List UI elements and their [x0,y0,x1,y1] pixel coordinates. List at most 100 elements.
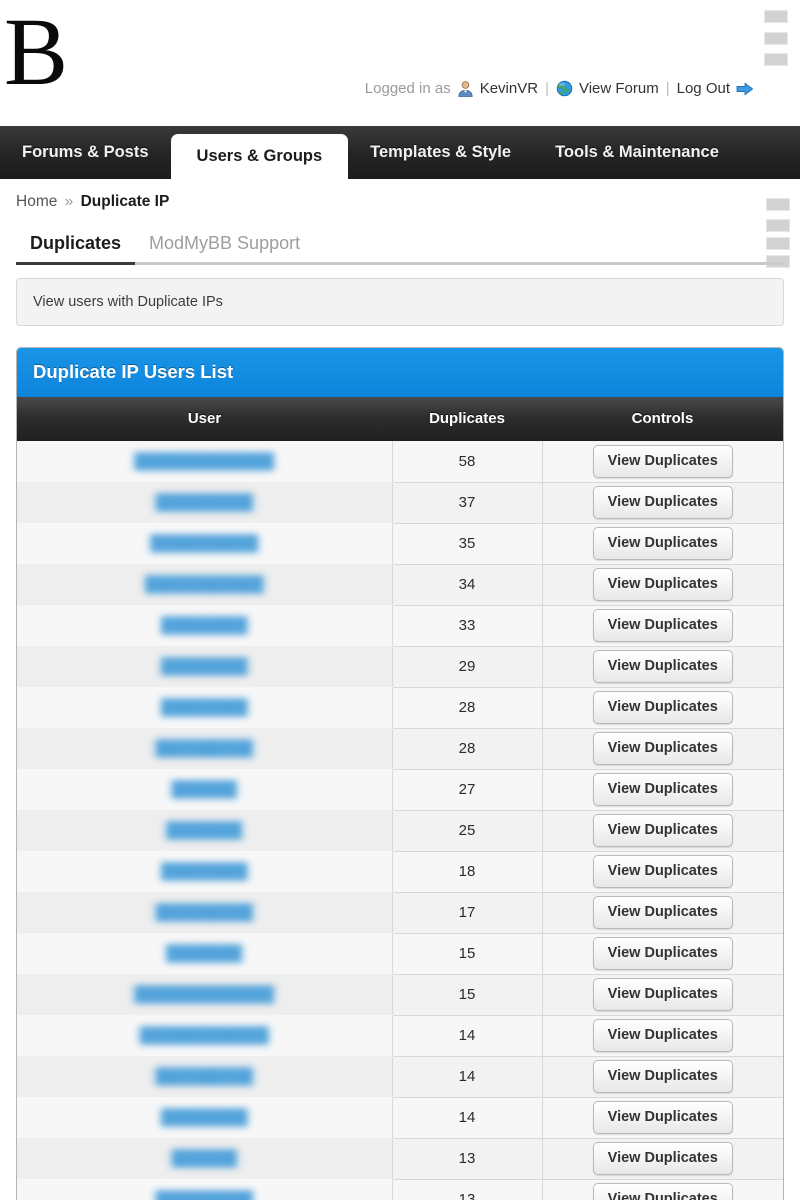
table-row: █████████████ 58 View Duplicates [17,441,783,483]
view-duplicates-button[interactable]: View Duplicates [592,1101,733,1134]
cell-user: ████████ [17,605,392,646]
user-session-bar: Logged in as KevinVR | View Forum | Log … [365,80,754,97]
arrow-right-icon[interactable] [736,81,754,97]
logout-link[interactable]: Log Out [677,80,730,97]
view-duplicates-button[interactable]: View Duplicates [592,814,733,847]
column-header-user[interactable]: User [17,397,392,441]
table-row: █████████ 17 View Duplicates [17,892,783,934]
user-profile-link[interactable]: ████████ [157,1108,251,1127]
cell-user: ████████ [17,1097,392,1138]
breadcrumb-home[interactable]: Home [16,193,57,210]
cell-duplicates-count: 58 [391,441,542,483]
user-profile-link[interactable]: █████████████ [131,985,278,1004]
user-profile-link[interactable]: █████████ [152,493,257,512]
nav-tab-users-and-groups[interactable]: Users & Groups [170,134,349,179]
user-profile-link[interactable]: ███████ [163,821,246,840]
user-profile-link[interactable]: ██████████ [147,534,262,553]
table-row: ██████ 13 View Duplicates [17,1138,783,1180]
breadcrumb-current: Duplicate IP [80,193,170,210]
user-profile-link[interactable]: ██████ [168,1149,241,1168]
view-duplicates-button[interactable]: View Duplicates [592,1060,733,1093]
user-profile-link[interactable]: █████████ [152,1190,257,1200]
view-duplicates-button[interactable]: View Duplicates [592,773,733,806]
table-header-row: User Duplicates Controls [17,397,783,441]
panel-title: Duplicate IP Users List [17,348,783,397]
cell-controls: View Duplicates [541,810,783,852]
sub-tab-modmybb-support[interactable]: ModMyBB Support [135,233,314,262]
user-profile-link[interactable]: █████████ [152,1067,257,1086]
user-profile-link[interactable]: ████████████ [136,1026,273,1045]
cell-controls: View Duplicates [541,564,783,606]
cell-controls: View Duplicates [541,1138,783,1180]
table-row: ████████ 28 View Duplicates [17,687,783,729]
cell-controls: View Duplicates [541,1179,783,1200]
page-description: View users with Duplicate IPs [16,278,784,326]
cell-controls: View Duplicates [541,769,783,811]
cell-user: █████████ [17,482,392,523]
cell-user: █████████ [17,1179,392,1200]
cell-controls: View Duplicates [541,523,783,565]
cell-duplicates-count: 13 [391,1138,542,1180]
view-duplicates-button[interactable]: View Duplicates [592,896,733,929]
nav-tab-forums-and-posts[interactable]: Forums & Posts [0,126,171,179]
view-duplicates-button[interactable]: View Duplicates [592,444,733,478]
broken-image-placeholder-1 [764,10,788,23]
user-profile-link[interactable]: ████████ [157,862,251,881]
table-row: ███████████ 34 View Duplicates [17,564,783,606]
view-duplicates-button[interactable]: View Duplicates [592,650,733,683]
view-duplicates-button[interactable]: View Duplicates [592,978,733,1011]
view-duplicates-button[interactable]: View Duplicates [592,1183,733,1200]
user-profile-link[interactable]: ████████ [157,616,251,635]
view-duplicates-button[interactable]: View Duplicates [592,568,733,601]
user-profile-link[interactable]: █████████ [152,903,257,922]
cell-user: ███████████ [17,564,392,605]
broken-image-placeholder-4 [766,198,790,211]
cell-user: ███████ [17,933,392,974]
view-duplicates-button[interactable]: View Duplicates [592,1142,733,1175]
user-profile-link[interactable]: █████████ [152,739,257,758]
view-duplicates-button[interactable]: View Duplicates [592,527,733,560]
column-header-duplicates[interactable]: Duplicates [392,397,542,441]
user-avatar-icon [457,80,474,97]
user-profile-link[interactable]: ██████ [168,780,241,799]
cell-duplicates-count: 15 [391,933,542,975]
user-profile-link[interactable]: █████████████ [131,451,278,471]
site-logo: B [4,0,68,105]
view-duplicates-button[interactable]: View Duplicates [592,609,733,642]
cell-duplicates-count: 18 [391,851,542,893]
cell-controls: View Duplicates [541,851,783,893]
cell-duplicates-count: 14 [391,1097,542,1139]
view-duplicates-button[interactable]: View Duplicates [592,937,733,970]
cell-controls: View Duplicates [541,1097,783,1139]
user-profile-link[interactable]: ████████ [157,657,251,676]
view-duplicates-button[interactable]: View Duplicates [592,691,733,724]
cell-user: █████████████ [17,974,392,1015]
cell-user: ████████ [17,687,392,728]
cell-controls: View Duplicates [541,646,783,688]
user-profile-link[interactable]: ████████ [157,698,251,717]
view-duplicates-button[interactable]: View Duplicates [592,732,733,765]
table-row: ██████████ 35 View Duplicates [17,523,783,565]
view-duplicates-button[interactable]: View Duplicates [592,855,733,888]
user-profile-link[interactable]: ███████████ [141,575,267,594]
table-row: █████████ 28 View Duplicates [17,728,783,770]
cell-controls: View Duplicates [541,892,783,934]
cell-user: █████████████ [17,441,392,482]
cell-duplicates-count: 28 [391,687,542,729]
sub-tab-duplicates[interactable]: Duplicates [16,233,136,265]
duplicate-ip-panel: Duplicate IP Users List User Duplicates … [16,347,784,1200]
main-navigation: Forums & Posts Users & Groups Templates … [0,126,800,179]
cell-user: █████████ [17,892,392,933]
cell-controls: View Duplicates [541,687,783,729]
view-duplicates-button[interactable]: View Duplicates [592,1019,733,1052]
cell-duplicates-count: 29 [391,646,542,688]
view-forum-link[interactable]: View Forum [579,80,659,97]
duplicate-ip-users-table: User Duplicates Controls █████████████ 58… [17,397,783,1200]
cell-duplicates-count: 15 [391,974,542,1016]
view-duplicates-button[interactable]: View Duplicates [592,486,733,519]
username-label[interactable]: KevinVR [480,80,538,97]
nav-tab-tools-and-maintenance[interactable]: Tools & Maintenance [533,126,741,179]
nav-tab-templates-and-style[interactable]: Templates & Style [348,126,533,179]
cell-user: ██████ [17,769,392,810]
user-profile-link[interactable]: ███████ [163,944,246,963]
